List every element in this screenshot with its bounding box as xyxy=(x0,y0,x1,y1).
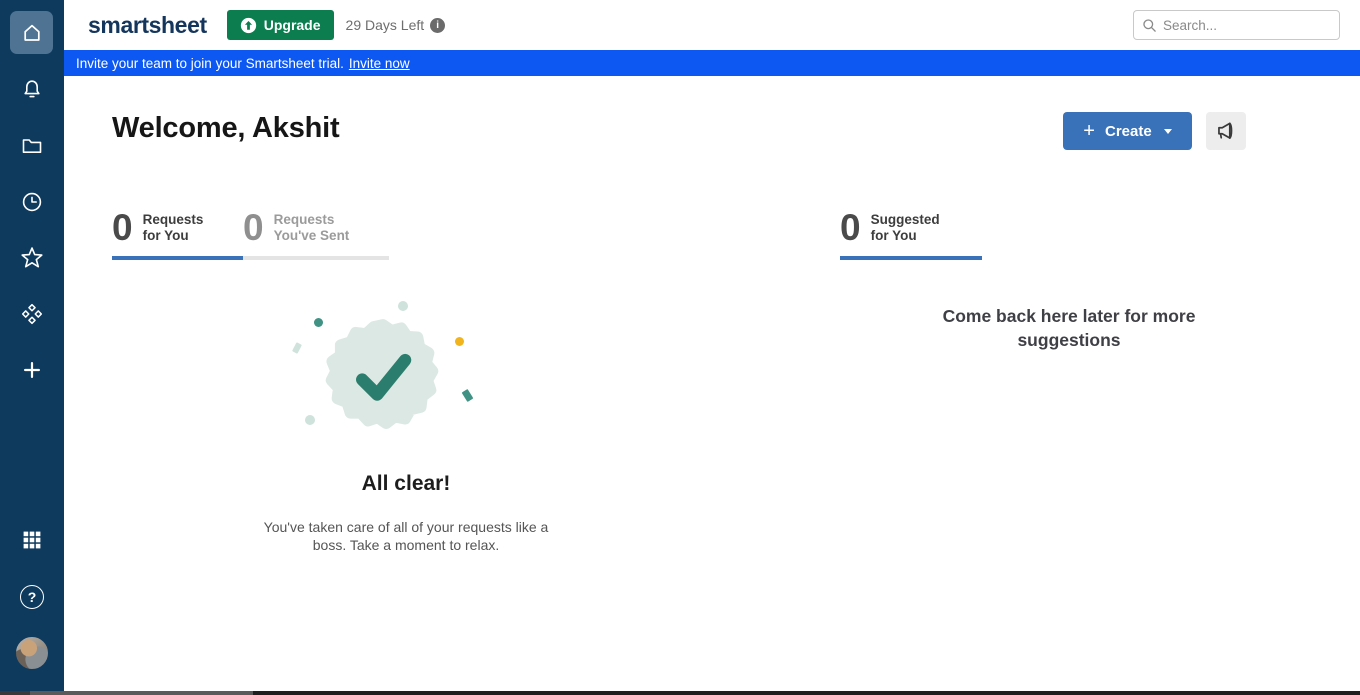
solution-center-icon xyxy=(19,301,45,327)
home-icon xyxy=(20,21,44,45)
create-plus-icon: + xyxy=(1083,120,1095,142)
tab-requests-youve-sent[interactable]: 0 Requests You've Sent xyxy=(243,207,389,260)
confetti-dot-mint-top xyxy=(398,301,408,311)
smartsheet-logo: smartsheet xyxy=(88,11,207,38)
check-badge-icon xyxy=(325,319,439,429)
left-sidebar: ? xyxy=(0,0,64,695)
sidebar-item-app-launcher[interactable] xyxy=(0,518,64,562)
folder-icon xyxy=(20,134,44,158)
confetti-rect-teal xyxy=(461,388,474,403)
tab-underline xyxy=(840,256,982,260)
upgrade-button[interactable]: Upgrade xyxy=(226,10,334,40)
top-bar: smartsheet Upgrade 29 Days Left i xyxy=(64,0,1360,50)
sidebar-item-favorites[interactable] xyxy=(0,236,64,280)
scrollbar-corner xyxy=(0,691,30,695)
upgrade-arrow-icon xyxy=(240,17,257,34)
tab-label: Requests for You xyxy=(142,212,204,243)
star-icon xyxy=(19,245,45,271)
confetti-dot-teal xyxy=(314,318,323,327)
main-content: Welcome, Akshit + Create 0 Requests for Y… xyxy=(64,76,1360,695)
requests-empty-state: All clear! You've taken care of all of y… xyxy=(256,294,556,554)
sidebar-item-home[interactable] xyxy=(10,11,53,54)
sidebar-item-help[interactable]: ? xyxy=(0,575,64,619)
tab-underline xyxy=(112,256,243,260)
scrollbar-thumb[interactable] xyxy=(30,691,253,695)
search-input[interactable] xyxy=(1163,17,1340,33)
tab-requests-for-you[interactable]: 0 Requests for You xyxy=(112,207,243,260)
horizontal-scrollbar xyxy=(0,691,1360,695)
announcements-button[interactable] xyxy=(1206,112,1246,150)
trial-days-left: 29 Days Left i xyxy=(346,17,446,33)
sidebar-item-create-new[interactable] xyxy=(0,348,64,392)
search-icon xyxy=(1142,18,1157,33)
sidebar-item-browse[interactable] xyxy=(0,124,64,168)
sidebar-item-recents[interactable] xyxy=(0,180,64,224)
sidebar-item-account[interactable] xyxy=(0,631,64,675)
invite-now-link[interactable]: Invite now xyxy=(349,56,410,71)
confetti-dot-yellow xyxy=(455,337,464,346)
tab-underline xyxy=(243,256,389,260)
bell-icon xyxy=(20,78,44,102)
tab-label: Suggested for You xyxy=(870,212,940,243)
clock-icon xyxy=(20,190,44,214)
all-clear-illustration xyxy=(256,294,556,454)
search-box[interactable] xyxy=(1133,10,1340,40)
tab-label: Requests You've Sent xyxy=(273,212,350,243)
smartsheet-home-page: ? smartsheet Upgrade 29 Days Left i Invi… xyxy=(0,0,1360,695)
page-title: Welcome, Akshit xyxy=(112,112,340,144)
help-icon: ? xyxy=(20,585,44,609)
tab-count: 0 xyxy=(112,207,133,248)
suggestions-empty-message: Come back here later for more suggestion… xyxy=(942,306,1196,350)
confetti-rect-mint xyxy=(292,342,302,354)
create-button[interactable]: + Create xyxy=(1063,112,1192,150)
info-icon[interactable]: i xyxy=(430,17,446,33)
confetti-dot-mint-bottom xyxy=(305,415,315,425)
banner-text: Invite your team to join your Smartsheet… xyxy=(76,55,344,71)
sidebar-item-solution-center[interactable] xyxy=(0,292,64,336)
apps-grid-icon xyxy=(20,528,44,552)
tab-suggested-for-you[interactable]: 0 Suggested for You xyxy=(840,207,982,260)
sidebar-item-notifications[interactable] xyxy=(0,68,64,112)
megaphone-icon xyxy=(1213,118,1239,144)
tab-count: 0 xyxy=(243,207,264,248)
chevron-down-icon xyxy=(1163,128,1172,134)
trial-invite-banner: Invite your team to join your Smartsheet… xyxy=(64,50,1360,76)
plus-icon xyxy=(21,359,43,381)
tab-count: 0 xyxy=(840,207,861,248)
empty-state-body: You've taken care of all of your request… xyxy=(263,519,549,553)
user-avatar xyxy=(15,636,49,670)
empty-state-title: All clear! xyxy=(361,472,451,495)
